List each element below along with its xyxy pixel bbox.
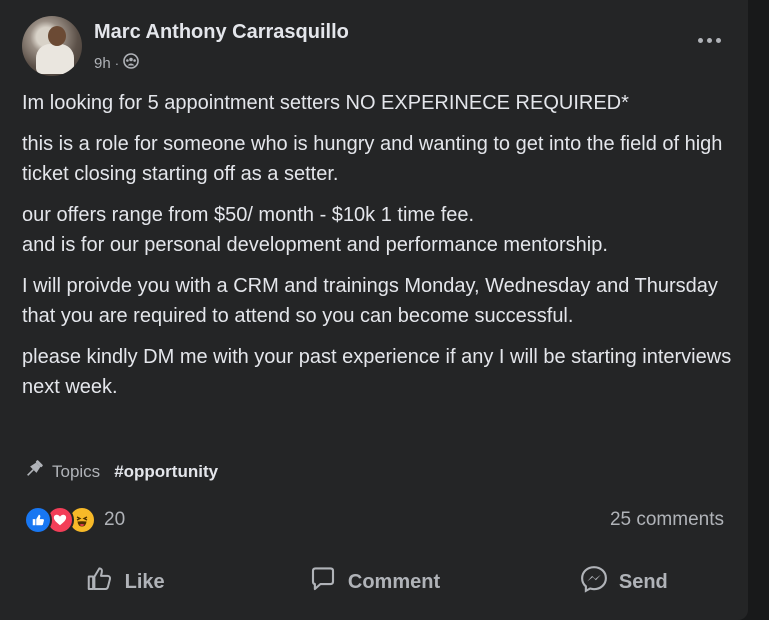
avatar-head: [48, 26, 66, 46]
post-paragraph: our offers range from $50/ month - $10k …: [22, 204, 608, 256]
more-dot-icon: [706, 37, 712, 43]
post-paragraph: I will proivde you with a CRM and traini…: [22, 275, 718, 327]
comment-icon: [308, 564, 338, 600]
avatar-figure: [36, 44, 74, 74]
more-dot-icon: [715, 37, 721, 43]
messenger-icon: [579, 564, 609, 600]
meta-separator: ·: [114, 55, 120, 71]
comments-count-link[interactable]: 25 comments: [610, 509, 724, 531]
author-name[interactable]: Marc Anthony Carrasquillo: [94, 21, 349, 44]
pin-icon: [22, 457, 46, 486]
comment-button[interactable]: Comment: [249, 556, 498, 608]
send-label: Send: [618, 570, 668, 593]
author-avatar[interactable]: [22, 16, 82, 76]
topics-label: Topics: [52, 461, 101, 481]
more-dot-icon: [697, 37, 703, 43]
like-icon: [85, 564, 115, 600]
topic-tag-link[interactable]: #opportunity: [114, 462, 218, 482]
post-actions-bar: Like Comment Send: [0, 556, 748, 608]
post-timestamp[interactable]: 9h: [94, 55, 111, 72]
reaction-count: 20: [104, 509, 126, 530]
like-button[interactable]: Like: [0, 556, 249, 608]
post-card: Marc Anthony Carrasquillo 9h · Im lookin…: [0, 0, 748, 620]
post-meta: 9h ·: [94, 53, 139, 73]
post-paragraph: please kindly DM me with your past exper…: [22, 346, 732, 398]
topics-row: Topics #opportunity: [22, 457, 218, 486]
post-paragraph: Im looking for 5 appointment setters NO …: [22, 92, 629, 114]
post-body: Im looking for 5 appointment setters NO …: [22, 88, 732, 413]
group-audience-icon[interactable]: [123, 53, 139, 73]
reaction-summary[interactable]: 20: [24, 506, 125, 534]
like-label: Like: [124, 570, 165, 593]
send-button[interactable]: Send: [499, 556, 748, 608]
more-options-button[interactable]: [691, 30, 727, 50]
post-header: Marc Anthony Carrasquillo 9h ·: [22, 16, 727, 78]
post-paragraph: this is a role for someone who is hungry…: [22, 133, 723, 185]
like-reaction-icon: [24, 506, 52, 534]
comment-label: Comment: [347, 570, 441, 593]
